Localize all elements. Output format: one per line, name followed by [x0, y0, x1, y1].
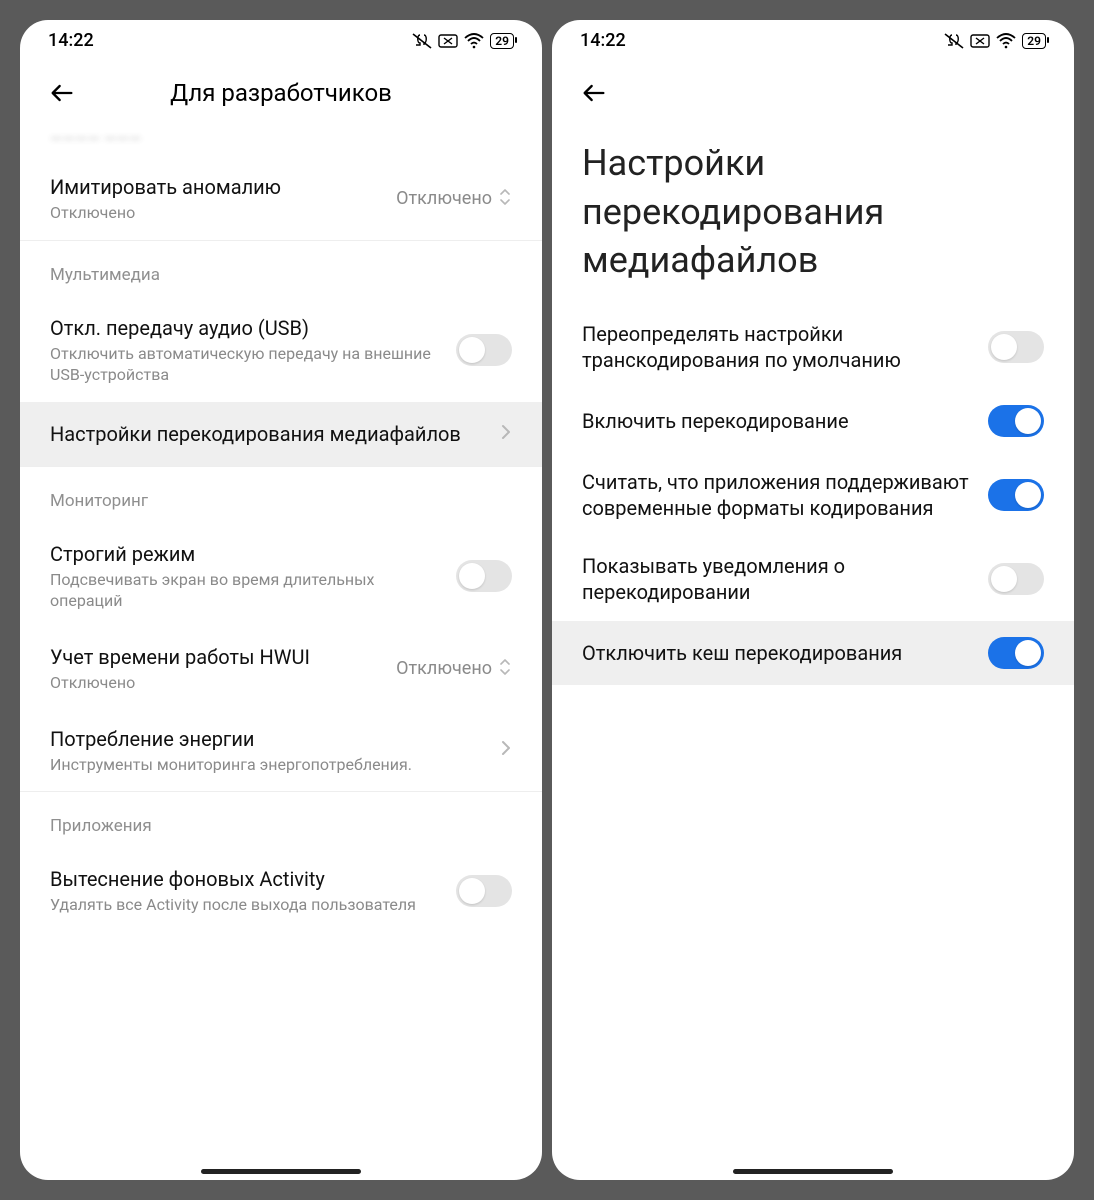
status-icons: 29 [412, 33, 514, 49]
arrow-left-icon [580, 79, 608, 107]
wifi-icon [996, 33, 1016, 49]
row-power[interactable]: Потребление энергии Инструменты монитори… [20, 710, 542, 792]
row-sub: Отключено [50, 202, 384, 224]
toggle-show-notifications[interactable] [988, 563, 1044, 595]
row-sub: Отключить автоматическую передачу на вне… [50, 343, 444, 386]
chevron-right-icon [500, 422, 512, 446]
header [552, 57, 1074, 115]
left-content[interactable]: ———— ——— Имитировать аномалию Отключено … [20, 129, 542, 1161]
chevron-right-icon [500, 738, 512, 762]
row-title: Настройки перекодирования медиафайлов [50, 421, 488, 447]
status-icons: 29 [944, 33, 1046, 49]
right-content[interactable]: Переопределять настройки транскодировани… [552, 305, 1074, 1161]
row-usb-audio[interactable]: Откл. передачу аудио (USB) Отключить авт… [20, 299, 542, 402]
mute-icon [944, 33, 964, 49]
row-bg-activity[interactable]: Вытеснение фоновых Activity Удалять все … [20, 850, 542, 932]
section-monitoring: Мониторинг [20, 466, 542, 525]
row-sub: Отключено [50, 672, 384, 694]
truncated-row: ———— ——— [20, 129, 542, 158]
row-override-defaults[interactable]: Переопределять настройки транскодировани… [552, 305, 1074, 389]
home-indicator[interactable] [201, 1169, 361, 1174]
wifi-icon [464, 33, 484, 49]
toggle-disable-cache[interactable] [988, 637, 1044, 669]
status-bar: 14:22 29 [20, 20, 542, 57]
row-title: Отключить кеш перекодирования [582, 640, 976, 666]
mute-icon [412, 33, 432, 49]
row-title: Переопределять настройки транскодировани… [582, 321, 976, 373]
toggle-assume-modern[interactable] [988, 479, 1044, 511]
updown-icon [498, 657, 512, 681]
back-button[interactable] [40, 71, 84, 115]
phone-left: 14:22 29 Для разработчиков ———— ——— [20, 20, 542, 1180]
page-title: Для разработчиков [84, 79, 478, 107]
row-enable-transcode[interactable]: Включить перекодирование [552, 389, 1074, 453]
toggle-enable-transcode[interactable] [988, 405, 1044, 437]
row-show-notifications[interactable]: Показывать уведомления о перекодировании [552, 537, 1074, 621]
status-time: 14:22 [48, 30, 94, 51]
toggle-override-defaults[interactable] [988, 331, 1044, 363]
phone-right: 14:22 29 Настройки перекодирования медиа… [552, 20, 1074, 1180]
row-title: Строгий режим [50, 541, 444, 567]
page-big-title: Настройки перекодирования медиафайлов [552, 115, 1074, 305]
row-title: Имитировать аномалию [50, 174, 384, 200]
status-bar: 14:22 29 [552, 20, 1074, 57]
toggle-usb-audio[interactable] [456, 334, 512, 366]
row-hwui[interactable]: Учет времени работы HWUI Отключено Отклю… [20, 628, 542, 710]
row-title: Потребление энергии [50, 726, 488, 752]
row-title: Включить перекодирование [582, 408, 976, 434]
row-sub: Инструменты мониторинга энергопотреблени… [50, 754, 488, 776]
no-sim-icon [438, 34, 458, 48]
row-anomaly[interactable]: Имитировать аномалию Отключено Отключено [20, 158, 542, 240]
row-title: Считать, что приложения поддерживают сов… [582, 469, 976, 521]
status-time: 14:22 [580, 30, 626, 51]
row-title: Показывать уведомления о перекодировании [582, 553, 976, 605]
arrow-left-icon [48, 79, 76, 107]
row-assume-modern[interactable]: Считать, что приложения поддерживают сов… [552, 453, 1074, 537]
home-indicator[interactable] [733, 1169, 893, 1174]
back-button[interactable] [572, 71, 616, 115]
section-apps: Приложения [20, 791, 542, 850]
row-value: Отключено [396, 658, 492, 679]
row-title: Учет времени работы HWUI [50, 644, 384, 670]
battery-icon: 29 [490, 33, 514, 49]
row-transcode-settings[interactable]: Настройки перекодирования медиафайлов [20, 402, 542, 466]
row-disable-cache[interactable]: Отключить кеш перекодирования [552, 621, 1074, 685]
no-sim-icon [970, 34, 990, 48]
battery-icon: 29 [1022, 33, 1046, 49]
header: Для разработчиков [20, 57, 542, 129]
row-value: Отключено [396, 188, 492, 209]
row-title: Вытеснение фоновых Activity [50, 866, 444, 892]
toggle-strict-mode[interactable] [456, 560, 512, 592]
row-sub: Удалять все Activity после выхода пользо… [50, 894, 444, 916]
toggle-bg-activity[interactable] [456, 875, 512, 907]
row-strict-mode[interactable]: Строгий режим Подсвечивать экран во врем… [20, 525, 542, 628]
updown-icon [498, 187, 512, 211]
row-sub: Подсвечивать экран во время длительных о… [50, 569, 444, 612]
section-multimedia: Мультимедиа [20, 240, 542, 299]
row-title: Откл. передачу аудио (USB) [50, 315, 444, 341]
